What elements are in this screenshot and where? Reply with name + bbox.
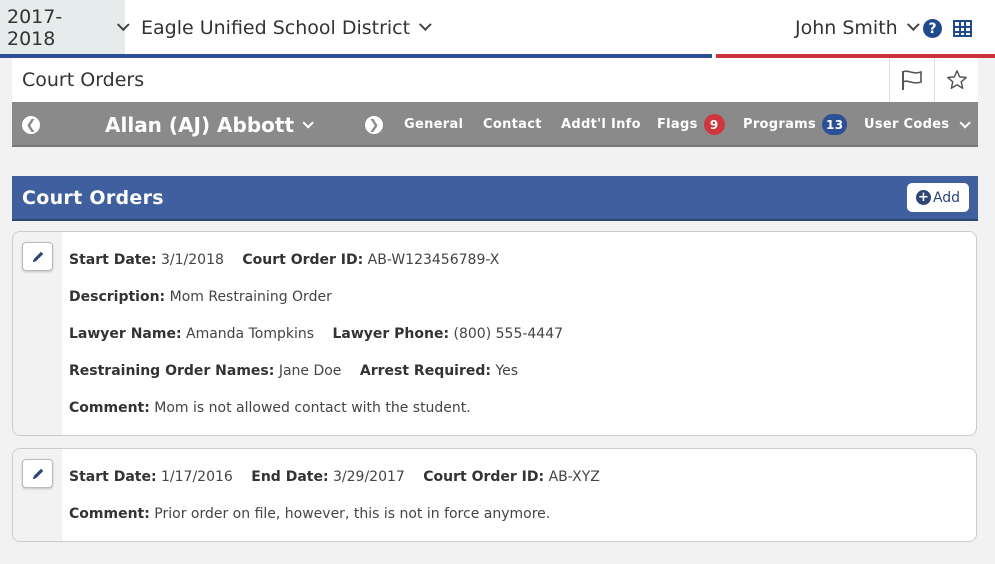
school-year-label: 2017-2018 — [7, 5, 63, 50]
flag-button[interactable] — [889, 58, 934, 102]
field-value: 1/17/2016 — [161, 469, 233, 485]
field-label: Lawyer Phone: — [332, 326, 450, 342]
school-year-selector[interactable]: 2017-2018 — [0, 0, 130, 55]
page-title: Court Orders — [22, 69, 145, 91]
plus-circle-icon: + — [915, 190, 931, 205]
district-label: Eagle Unified School District — [141, 16, 411, 39]
field-value: Amanda Tompkins — [186, 326, 315, 342]
edit-button[interactable] — [22, 459, 53, 488]
record-row: Start Date: 3/1/2018 Court Order ID: AB-… — [69, 252, 499, 268]
field-label: End Date: — [251, 469, 329, 485]
field-label: Comment: — [69, 400, 150, 416]
field-label: Comment: — [69, 506, 150, 522]
field-label: Court Order ID: — [242, 252, 364, 268]
app-grid-icon[interactable] — [953, 20, 972, 37]
help-icon[interactable]: ? — [923, 19, 942, 38]
court-order-card: Start Date: 3/1/2018 Court Order ID: AB-… — [12, 231, 977, 436]
tab-label: General — [404, 117, 464, 132]
chevron-down-icon — [419, 18, 432, 32]
tab-label: Contact — [483, 117, 542, 132]
tab-label: Programs — [743, 117, 817, 132]
student-selector[interactable]: Allan (AJ) Abbott — [105, 102, 314, 147]
field-value: 3/1/2018 — [161, 252, 224, 268]
field-value: Mom is not allowed contact with the stud… — [154, 400, 471, 416]
chevron-down-icon — [959, 116, 972, 129]
tab-user-codes[interactable]: User Codes — [864, 102, 972, 147]
tab-flags[interactable]: Flags 9 — [657, 102, 725, 147]
tab-label: Addt'l Info — [561, 117, 641, 132]
field-label: Start Date: — [69, 469, 157, 485]
chevron-down-icon — [117, 18, 130, 31]
record-row: Comment: Mom is not allowed contact with… — [69, 400, 471, 416]
favorite-button[interactable] — [934, 58, 978, 102]
field-value: Prior order on file, however, this is no… — [154, 506, 551, 522]
student-name: Allan (AJ) Abbott — [105, 112, 295, 137]
tab-contact[interactable]: Contact — [483, 102, 542, 147]
record-row: Lawyer Name: Amanda Tompkins Lawyer Phon… — [69, 326, 563, 342]
add-button[interactable]: + Add — [907, 183, 969, 212]
field-label: Lawyer Name: — [69, 326, 182, 342]
programs-count-badge: 13 — [822, 114, 848, 135]
field-value: AB-XYZ — [548, 469, 600, 485]
district-selector[interactable]: Eagle Unified School District — [141, 0, 432, 55]
page-title-bar: Court Orders — [12, 58, 978, 102]
flags-count-badge: 9 — [703, 114, 725, 135]
field-label: Restraining Order Names: — [69, 363, 275, 379]
edit-button[interactable] — [22, 242, 53, 271]
court-order-card: Start Date: 1/17/2016 End Date: 3/29/201… — [12, 448, 977, 542]
record-row: Description: Mom Restraining Order — [69, 289, 332, 305]
tab-programs[interactable]: Programs 13 — [743, 102, 848, 147]
record-row: Start Date: 1/17/2016 End Date: 3/29/201… — [69, 469, 600, 485]
back-arrow-icon[interactable]: ❮ — [22, 116, 40, 134]
field-label: Court Order ID: — [423, 469, 545, 485]
tab-label: User Codes — [864, 117, 950, 132]
forward-arrow-icon[interactable]: ❯ — [365, 116, 383, 134]
top-bar: 2017-2018 Eagle Unified School District … — [0, 0, 995, 58]
user-menu[interactable]: John Smith — [795, 0, 920, 55]
user-name: John Smith — [795, 16, 898, 39]
field-label: Start Date: — [69, 252, 157, 268]
tab-label: Flags — [657, 117, 698, 132]
pencil-icon — [32, 468, 43, 479]
field-value: Jane Doe — [278, 363, 342, 379]
field-label: Description: — [69, 289, 166, 305]
field-value: Yes — [495, 363, 519, 379]
field-value: (800) 555-4447 — [453, 326, 564, 342]
student-nav-bar: ❮ Allan (AJ) Abbott ❯ General Contact Ad… — [12, 102, 978, 147]
field-label: Arrest Required: — [359, 363, 491, 379]
section-title: Court Orders — [22, 187, 164, 209]
court-orders-section-header: Court Orders + Add — [12, 176, 978, 221]
chevron-down-icon — [302, 116, 314, 129]
field-value: 3/29/2017 — [333, 469, 405, 485]
pencil-icon — [32, 251, 43, 262]
record-row: Comment: Prior order on file, however, t… — [69, 506, 550, 522]
field-value: Mom Restraining Order — [169, 289, 332, 305]
tab-addtl-info[interactable]: Addt'l Info — [561, 102, 641, 147]
tab-general[interactable]: General — [404, 102, 463, 147]
star-icon — [946, 70, 967, 89]
field-value: AB-W123456789-X — [367, 252, 500, 268]
flag-icon — [902, 70, 922, 90]
add-button-label: Add — [932, 189, 961, 206]
record-row: Restraining Order Names: Jane Doe Arrest… — [69, 363, 518, 379]
chevron-down-icon — [906, 18, 920, 32]
